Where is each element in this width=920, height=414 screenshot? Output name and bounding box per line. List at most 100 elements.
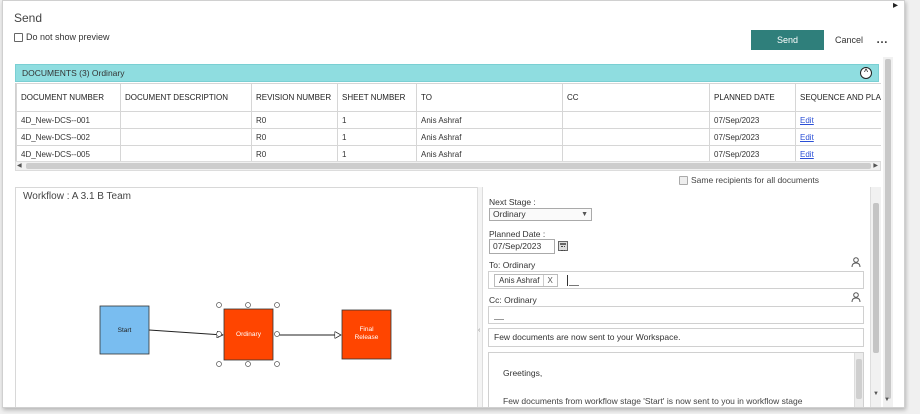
body-text: Few documents from workflow stage 'Start… [503,396,803,406]
column-header[interactable]: PLANNED DATE [709,83,796,112]
dialog-vertical-scrollbar[interactable]: ▼ [883,57,893,407]
sheet-number: 1 [337,145,417,163]
workflow-panel: Workflow : A 3.1 B Team Start Ordinary F… [15,187,479,407]
body-scrollbar[interactable] [854,353,863,407]
sequence-cell: Edit [795,111,881,129]
cc-recipient [562,111,710,129]
next-stage-select[interactable]: Ordinary ▼ [489,208,592,221]
send-dialog: Send Do not show preview Send Cancel … D… [2,0,905,408]
next-stage-value: Ordinary [493,209,526,219]
preview-checkbox-label: Do not show preview [26,32,110,42]
table-horizontal-scrollbar[interactable]: ◀ ▶ [15,161,881,171]
form-vertical-scrollbar[interactable]: ▼ [870,187,881,407]
planned-date-label: Planned Date : [489,229,546,239]
subject-input[interactable]: Few documents are now sent to your Works… [488,328,864,347]
scroll-down-icon[interactable]: ▼ [873,391,879,397]
collapse-icon[interactable]: ^ [860,67,872,79]
connector-start-ordinary [148,329,223,335]
dialog-title: Send [14,11,43,25]
send-form-panel: Next Stage : Ordinary ▼ Planned Date : 0… [483,187,881,407]
documents-header-label: DOCUMENTS (3) Ordinary [22,68,125,78]
document-number: 4D_New-DCS--005 [16,145,121,163]
column-header[interactable]: REVISION NUMBER [251,83,338,112]
to-label: To: Ordinary [489,260,536,270]
column-header[interactable]: SEQUENCE AND PLA... [795,83,881,112]
workflow-node-label: Ordinary [236,331,262,338]
sheet-number: 1 [337,128,417,146]
workflow-node-label: Final [359,326,374,333]
calendar-icon[interactable] [558,241,568,251]
body-greeting: Greetings, [503,368,543,378]
edit-link[interactable]: Edit [800,133,814,142]
document-number: 4D_New-DCS--002 [16,128,121,146]
next-stage-label: Next Stage : [489,197,536,207]
user-picker-icon[interactable] [851,257,861,268]
scroll-left-icon[interactable]: ◀ [17,162,22,171]
edit-link[interactable]: Edit [800,150,814,159]
document-description [120,111,252,129]
cc-label: Cc: Ordinary [489,295,537,305]
revision-number: R0 [251,145,338,163]
scrollbar-thumb[interactable] [26,163,871,169]
user-picker-icon[interactable] [851,292,861,303]
scrollbar-thumb[interactable] [856,359,862,399]
planned-date: 07/Sep/2023 [709,111,796,129]
planned-date: 07/Sep/2023 [709,128,796,146]
input-underline [494,319,504,320]
splitter-arrow-icon[interactable]: ‹ [478,327,480,334]
table-row: 4D_New-DCS--002 R0 1 Anis Ashraf 07/Sep/… [16,128,881,146]
scroll-down-icon[interactable]: ▼ [884,397,890,403]
column-header[interactable]: SHEET NUMBER [337,83,417,112]
column-header[interactable]: TO [416,83,563,112]
cc-recipients-input[interactable] [488,306,864,324]
documents-table-container: DOCUMENT NUMBER DOCUMENT DESCRIPTION REV… [15,83,881,163]
close-icon[interactable]: X [543,275,553,286]
message-body-textarea[interactable]: Greetings, Few documents from workflow s… [488,352,864,407]
column-header[interactable]: DOCUMENT NUMBER [16,83,121,112]
table-header-row: DOCUMENT NUMBER DOCUMENT DESCRIPTION REV… [16,83,881,112]
to-recipient: Anis Ashraf [416,128,563,146]
preview-checkbox-row[interactable]: Do not show preview [14,32,110,42]
table-row: 4D_New-DCS--005 R0 1 Anis Ashraf 07/Sep/… [16,145,881,163]
chevron-down-icon: ▼ [581,211,588,218]
table-row: 4D_New-DCS--001 R0 1 Anis Ashraf 07/Sep/… [16,111,881,129]
same-recipients-label: Same recipients for all documents [691,175,820,185]
text-caret [567,275,568,286]
cc-recipient [562,128,710,146]
document-number: 4D_New-DCS--001 [16,111,121,129]
recipient-chip-label: Anis Ashraf [499,276,540,285]
scroll-right-icon[interactable]: ▶ [873,162,878,171]
revision-number: R0 [251,128,338,146]
documents-section-header[interactable]: DOCUMENTS (3) Ordinary ^ [15,64,879,82]
workflow-diagram: Start Ordinary Final Release [99,302,392,367]
cancel-button[interactable]: Cancel [829,30,869,50]
sequence-cell: Edit [795,145,881,163]
input-underline [569,285,579,286]
more-options-icon[interactable]: … [875,31,889,49]
document-description [120,145,252,163]
same-recipients-row[interactable]: Same recipients for all documents [679,175,819,185]
send-button[interactable]: Send [751,30,824,50]
preview-checkbox[interactable] [14,32,23,42]
to-recipient: Anis Ashraf [416,145,563,163]
planned-date-input[interactable]: 07/Sep/2023 [489,239,555,254]
planned-date: 07/Sep/2023 [709,145,796,163]
to-recipient: Anis Ashraf [416,111,563,129]
documents-table: DOCUMENT NUMBER DOCUMENT DESCRIPTION REV… [16,83,881,163]
sequence-cell: Edit [795,128,881,146]
column-header[interactable]: DOCUMENT DESCRIPTION [120,83,252,112]
column-header[interactable]: CC [562,83,710,112]
edit-link[interactable]: Edit [800,116,814,125]
workflow-node-label: Start [118,327,132,334]
cursor-icon: ▸ [893,0,899,11]
sheet-number: 1 [337,111,417,129]
scrollbar-thumb[interactable] [873,203,879,353]
workflow-node-label: Release [355,334,379,341]
same-recipients-checkbox[interactable] [679,175,688,185]
document-description [120,128,252,146]
revision-number: R0 [251,111,338,129]
scrollbar-thumb[interactable] [885,59,891,399]
recipient-chip[interactable]: Anis Ashraf X [494,274,558,287]
to-recipients-input[interactable]: Anis Ashraf X [488,271,864,289]
cc-recipient [562,145,710,163]
